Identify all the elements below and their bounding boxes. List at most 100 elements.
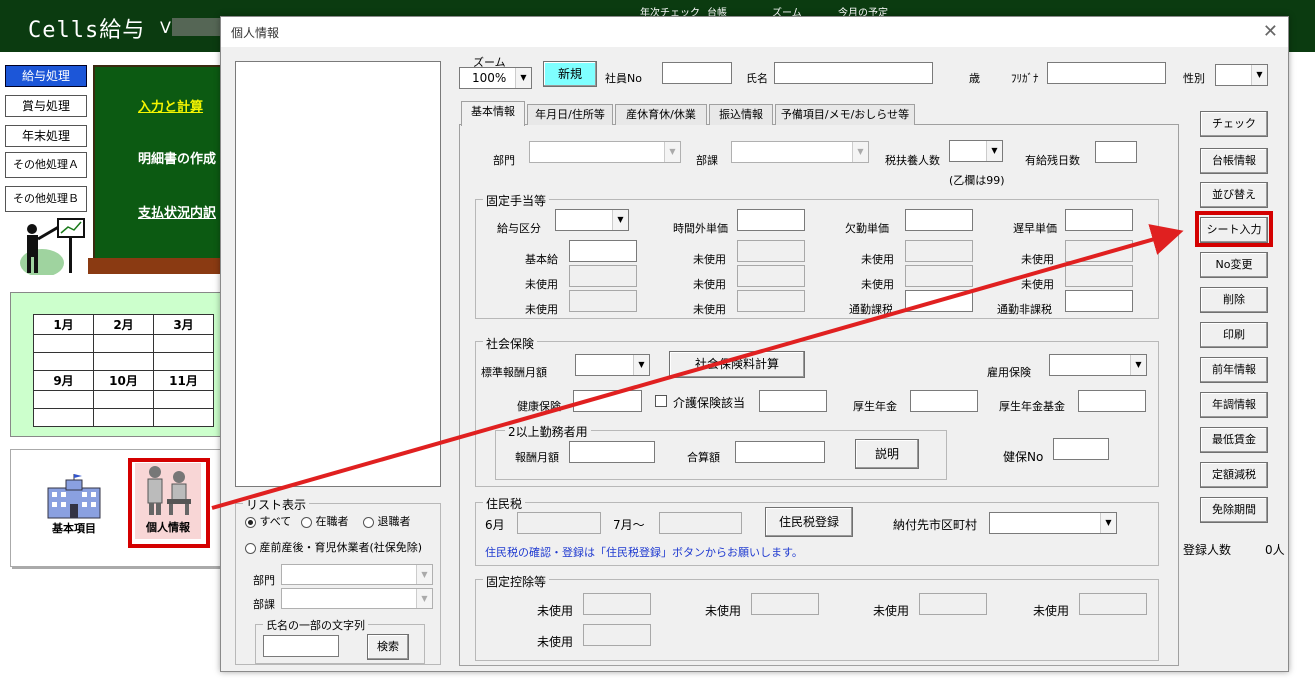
koyou-select[interactable]: ▼ xyxy=(1049,354,1147,376)
fuyou-select[interactable]: ▼ xyxy=(949,140,1003,162)
kekkin-input[interactable] xyxy=(905,209,973,231)
sidebar-item-other-a[interactable]: その他処理Ａ xyxy=(5,152,87,178)
radio-sanzen[interactable]: 産前産後・育児休業者(社保免除) xyxy=(245,539,422,555)
radio-all[interactable]: すべて xyxy=(245,513,291,529)
list-bumon-label: 部門 xyxy=(253,574,275,587)
link-shiharai[interactable]: 支払状況内訳 xyxy=(138,202,216,221)
sidebar-item-kyuyo[interactable]: 給与処理 xyxy=(5,65,87,87)
zennen-jouhou-button[interactable]: 前年情報 xyxy=(1200,357,1268,383)
unused-input[interactable] xyxy=(905,240,973,262)
tab-yobi[interactable]: 予備項目/メモ/おしらせ等 xyxy=(775,104,915,125)
chisou-label: 遅早単価 xyxy=(1013,222,1057,235)
unused-input[interactable] xyxy=(583,593,651,615)
tab-kihon[interactable]: 基本情報 xyxy=(461,101,525,126)
chevron-down-icon: ▼ xyxy=(633,355,649,375)
furigana-input[interactable] xyxy=(1047,62,1166,84)
kihon-koumoku-button[interactable]: 基本項目 xyxy=(40,474,108,540)
sai-label: 歳 xyxy=(969,72,980,85)
jikangai-input[interactable] xyxy=(737,209,805,231)
sidebar-item-other-b[interactable]: その他処理Ｂ xyxy=(5,186,87,212)
unused-label: 未使用 xyxy=(861,278,894,291)
tab-sankyu[interactable]: 産休育休/休業 xyxy=(615,104,707,125)
link-input-calc[interactable]: 入力と計算 xyxy=(138,96,203,115)
name-search-input[interactable] xyxy=(263,635,339,657)
kenkou-input[interactable] xyxy=(573,390,642,412)
hyoujun-select[interactable]: ▼ xyxy=(575,354,650,376)
buka-select[interactable]: ▼ xyxy=(731,141,869,163)
sidebar-item-nenmatsu[interactable]: 年末処理 xyxy=(5,125,87,147)
nenchou-jouhou-button[interactable]: 年調情報 xyxy=(1200,392,1268,418)
unused-input[interactable] xyxy=(737,240,805,262)
july-input[interactable] xyxy=(659,512,742,534)
daicho-jouhou-button[interactable]: 台帳情報 xyxy=(1200,148,1268,174)
unused-label: 未使用 xyxy=(861,253,894,266)
kaigo-checkbox[interactable] xyxy=(655,395,667,407)
print-button[interactable]: 印刷 xyxy=(1200,322,1268,348)
yukyu-input[interactable] xyxy=(1095,141,1137,163)
unused-input[interactable] xyxy=(751,593,819,615)
zoom-select[interactable]: 100% ▼ xyxy=(459,67,532,89)
cal-month[interactable]: 2月 xyxy=(93,314,154,335)
kojin-jouhou-button[interactable]: 個人情報 xyxy=(135,463,201,539)
unused-input[interactable] xyxy=(919,593,987,615)
cal-month[interactable]: 10月 xyxy=(93,370,154,391)
unused-input[interactable] xyxy=(1065,265,1133,287)
saitei-chingin-button[interactable]: 最低賃金 xyxy=(1200,427,1268,453)
kenpo-no-input[interactable] xyxy=(1053,438,1109,460)
narabikae-button[interactable]: 並び替え xyxy=(1200,182,1268,208)
kyuyo-kubun-select[interactable]: ▼ xyxy=(555,209,629,231)
chevron-down-icon: ▼ xyxy=(1130,355,1146,375)
bumon-select[interactable]: ▼ xyxy=(529,141,681,163)
noufusaki-select[interactable]: ▼ xyxy=(989,512,1117,534)
gassan-input[interactable] xyxy=(735,441,825,463)
unused-input[interactable] xyxy=(1065,240,1133,262)
kousei-input[interactable] xyxy=(910,390,978,412)
unused-input[interactable] xyxy=(737,265,805,287)
shimei-input[interactable] xyxy=(774,62,933,84)
menjo-kikan-button[interactable]: 免除期間 xyxy=(1200,497,1268,523)
unused-input[interactable] xyxy=(905,265,973,287)
unused-input[interactable] xyxy=(737,290,805,312)
list-bumon-select[interactable]: ▼ xyxy=(281,564,433,585)
close-icon[interactable]: ✕ xyxy=(1263,21,1278,42)
chisou-input[interactable] xyxy=(1065,209,1133,231)
cal-month[interactable]: 3月 xyxy=(153,314,214,335)
kotei-koujo-group xyxy=(475,579,1159,661)
seibetsu-select[interactable]: ▼ xyxy=(1215,64,1268,86)
chevron-down-icon: ▼ xyxy=(416,565,432,584)
tsukin-kazei-input[interactable] xyxy=(905,290,973,312)
shimei-label: 氏名 xyxy=(746,72,768,85)
check-button[interactable]: チェック xyxy=(1200,111,1268,137)
june-input[interactable] xyxy=(517,512,601,534)
radio-taishoku[interactable]: 退職者 xyxy=(363,513,411,529)
houshu-input[interactable] xyxy=(569,441,655,463)
tab-furikomi[interactable]: 振込情報 xyxy=(709,104,773,125)
unused-input[interactable] xyxy=(583,624,651,646)
employee-listbox[interactable] xyxy=(235,61,441,487)
unused-input[interactable] xyxy=(569,290,637,312)
no-change-button[interactable]: No変更 xyxy=(1200,252,1268,278)
kaigo-input[interactable] xyxy=(759,390,827,412)
cal-month[interactable]: 11月 xyxy=(153,370,214,391)
shain-no-input[interactable] xyxy=(662,62,732,84)
kihonkyu-input[interactable] xyxy=(569,240,637,262)
shakai-hoken-keisan-button[interactable]: 社会保険料計算 xyxy=(669,351,805,378)
unused-input[interactable] xyxy=(1079,593,1147,615)
delete-button[interactable]: 削除 xyxy=(1200,287,1268,313)
new-button[interactable]: 新規 xyxy=(543,61,597,87)
unused-input[interactable] xyxy=(569,265,637,287)
list-buka-select[interactable]: ▼ xyxy=(281,588,433,609)
teigaku-genzei-button[interactable]: 定額減税 xyxy=(1200,462,1268,488)
setsumei-button[interactable]: 説明 xyxy=(855,439,919,469)
cal-month[interactable]: 1月 xyxy=(33,314,94,335)
cal-month[interactable]: 9月 xyxy=(33,370,94,391)
link-meisai[interactable]: 明細書の作成 xyxy=(138,148,216,167)
kousei-kikin-input[interactable] xyxy=(1078,390,1146,412)
juuminzei-touroku-button[interactable]: 住民税登録 xyxy=(765,507,853,537)
tab-nengappi[interactable]: 年月日/住所等 xyxy=(527,104,613,125)
sidebar-item-shoyo[interactable]: 賞与処理 xyxy=(5,95,87,117)
nijou-title: 2以上勤務者用 xyxy=(505,423,591,440)
radio-zaishoku[interactable]: 在職者 xyxy=(301,513,349,529)
tsukin-hikazei-input[interactable] xyxy=(1065,290,1133,312)
search-button[interactable]: 検索 xyxy=(367,634,409,660)
